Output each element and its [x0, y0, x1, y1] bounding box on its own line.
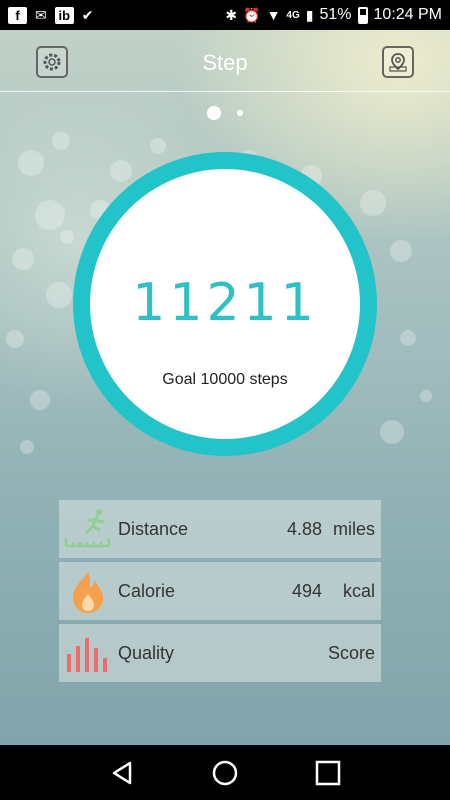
ibotta-icon: ib	[54, 6, 74, 24]
facebook-icon: f	[8, 6, 27, 24]
stat-value: 4.88	[286, 519, 322, 539]
checklist-icon: ✔	[81, 6, 94, 23]
battery-percent: 51%	[319, 6, 352, 23]
home-icon[interactable]	[211, 759, 239, 787]
stat-row-distance[interactable]: Distance 4.88 miles	[59, 500, 381, 558]
step-ring-center: 11211 Goal 10000 steps	[90, 169, 360, 439]
stat-row-calorie[interactable]: Calorie 494 kcal	[59, 562, 381, 620]
battery-icon	[357, 6, 368, 24]
walking-distance-icon	[59, 500, 117, 558]
page-dot[interactable]	[237, 110, 243, 116]
map-pin-icon	[389, 53, 407, 72]
wifi-icon: ▼	[266, 7, 281, 23]
stat-unit: miles	[332, 519, 375, 539]
back-icon[interactable]	[108, 759, 136, 787]
step-count: 11211	[132, 273, 318, 333]
page-dot-active[interactable]	[207, 106, 221, 120]
step-goal: Goal 10000 steps	[162, 371, 288, 388]
mail-icon: ✉	[35, 6, 47, 23]
android-nav-bar	[0, 745, 450, 800]
bluetooth-icon: ✱	[225, 6, 238, 23]
stat-value: 494	[291, 581, 322, 601]
status-bar: f ✉ ib ✔ ✱ ⏰ ▼ 4G ▮ 51% 10:24 PM	[0, 0, 450, 30]
stat-row-quality[interactable]: Quality Score	[59, 624, 381, 682]
page-indicator[interactable]	[0, 106, 450, 120]
clock: 10:24 PM	[373, 6, 442, 23]
stat-unit: Score	[327, 643, 375, 663]
map-button[interactable]	[382, 46, 414, 78]
step-ring: 11211 Goal 10000 steps	[73, 152, 377, 456]
bars-icon	[59, 624, 117, 682]
stat-label: Distance	[118, 519, 189, 539]
stat-label: Calorie	[118, 581, 176, 601]
stats-list: Distance 4.88 miles Calorie 494 kcal Qua…	[59, 500, 381, 686]
flame-icon	[59, 562, 117, 620]
signal-icon: ▮	[305, 6, 314, 23]
stat-label: Quality	[118, 643, 175, 663]
app-header: Step	[0, 30, 450, 92]
stat-unit: kcal	[342, 581, 375, 601]
recents-icon[interactable]	[314, 759, 342, 787]
network-label: 4G	[286, 9, 300, 21]
alarm-icon: ⏰	[243, 6, 261, 23]
